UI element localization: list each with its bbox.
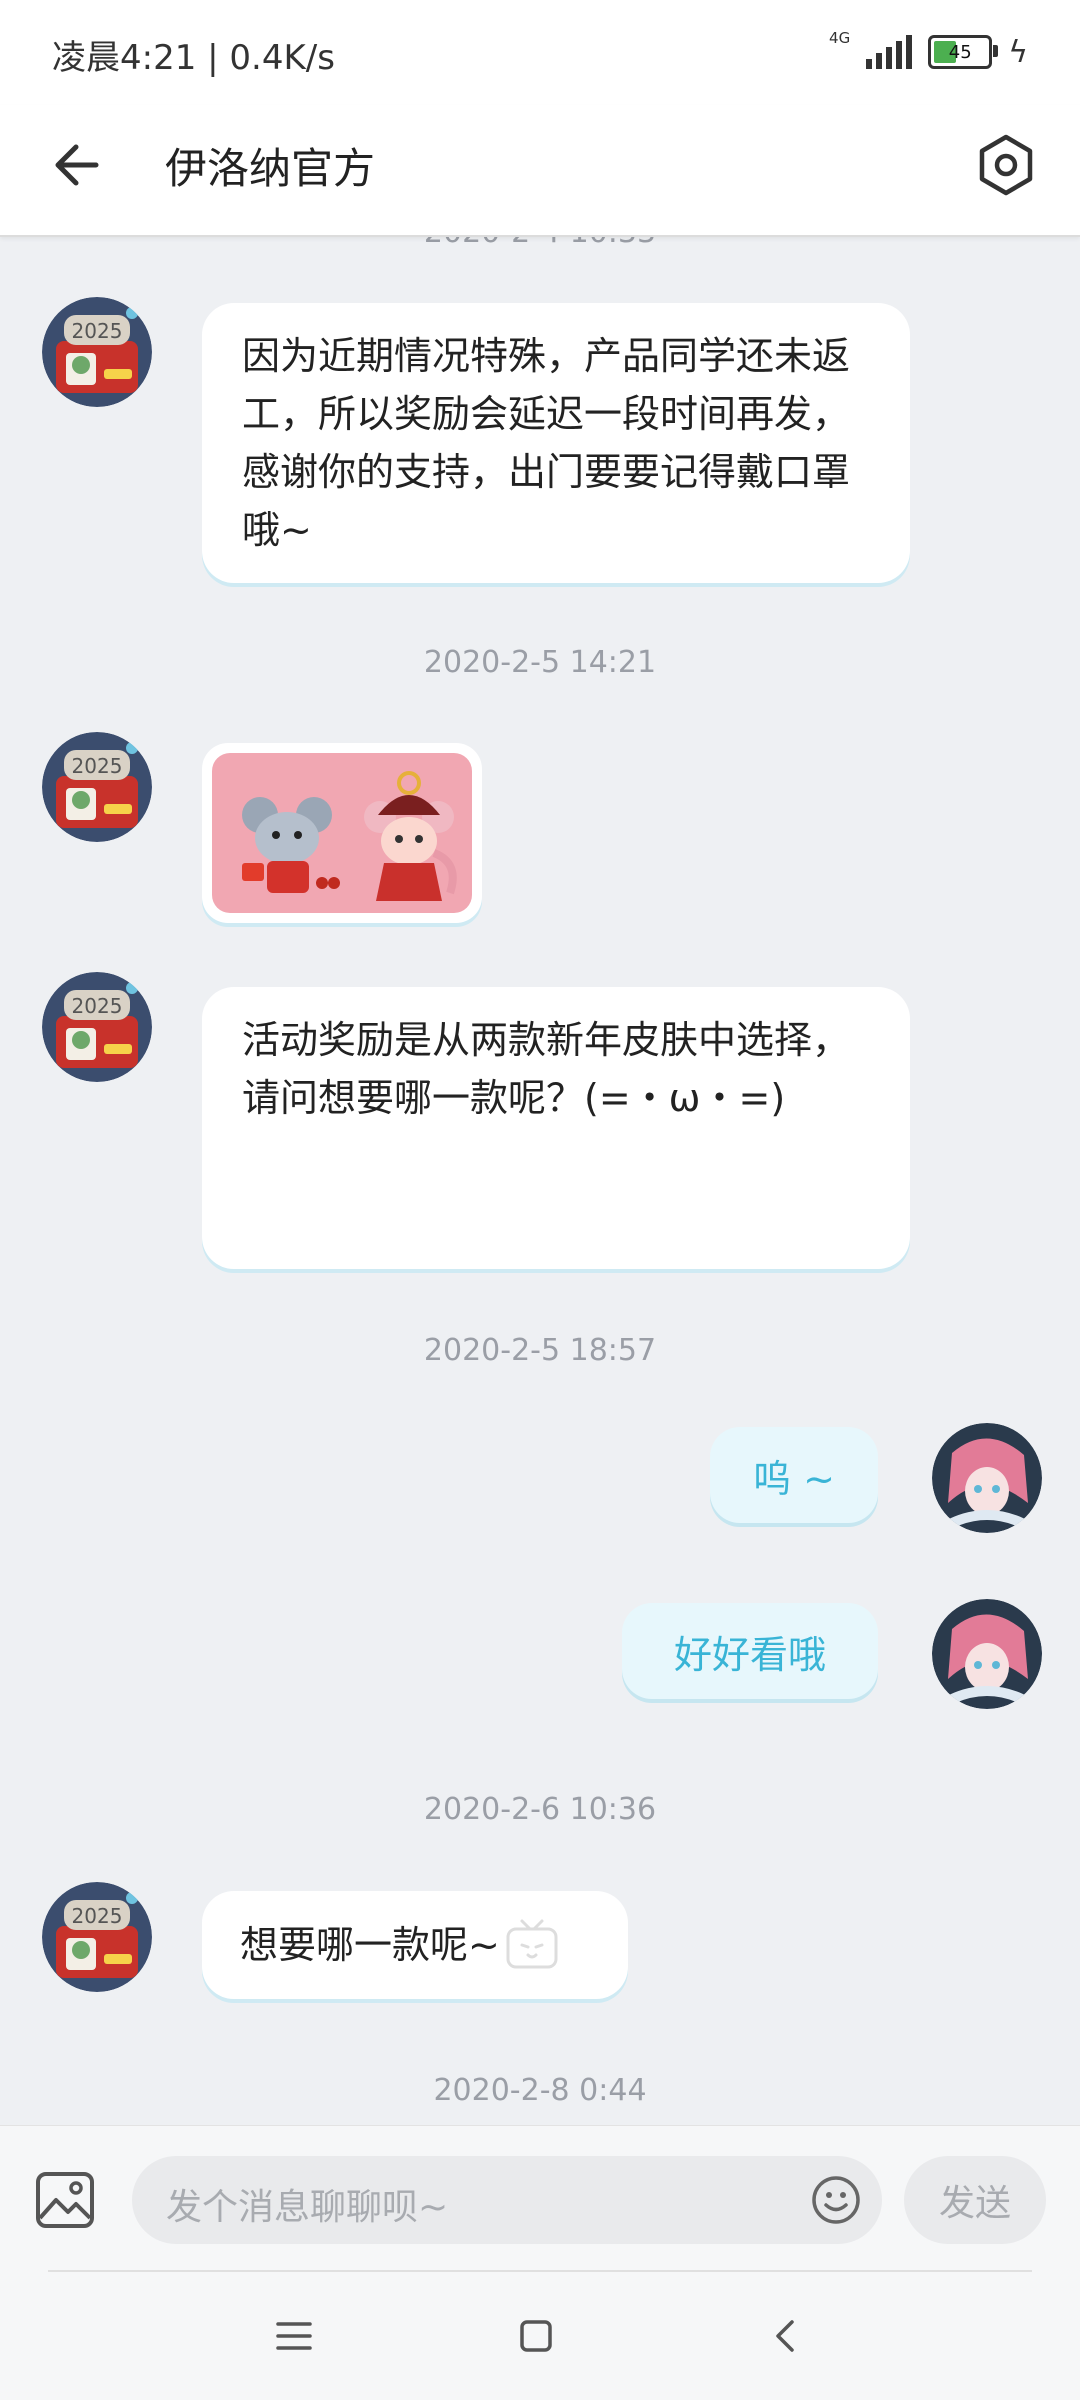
avatar-self[interactable] [932, 1599, 1042, 1709]
charging-icon: ϟ [1008, 34, 1028, 70]
timestamp: 2020-2-8 0:44 [433, 2073, 647, 2108]
avatar[interactable]: 2025 [42, 1882, 152, 1992]
avatar[interactable]: 2025 [42, 732, 152, 842]
settings-icon[interactable] [972, 131, 1040, 199]
message-input-bar: 发个消息聊聊呗~ 发送 [0, 2125, 1080, 2276]
input-placeholder: 发个消息聊聊呗~ [166, 2187, 449, 2228]
svg-text:2025: 2025 [72, 1904, 123, 1928]
timestamp: 2020-2-5 14:21 [423, 645, 657, 680]
message-bubble-self: 呜 ~ [710, 1427, 878, 1523]
status-time: 凌晨4:21 | 0.4K/s [52, 38, 335, 78]
menu-icon[interactable] [274, 2316, 314, 2356]
two-mice-new-year-sticker [212, 753, 472, 913]
message-text: 呜 ~ [753, 1456, 835, 1501]
battery-level: 45 [948, 41, 972, 63]
send-button[interactable]: 发送 [904, 2156, 1046, 2244]
emoji-icon[interactable] [810, 2174, 862, 2226]
message-bubble: 想要哪一款呢~ [202, 1891, 628, 1999]
page-title: 伊洛纳官方 [165, 144, 376, 193]
message-text: 因为近期情况特殊，产品同学还未返工，所以奖励会延迟一段时间再发，感谢你的支持，出… [242, 334, 851, 552]
message-text: 好好看哦 [673, 1632, 826, 1677]
chat-header: 伊洛纳官方 [0, 105, 1080, 237]
svg-text:2025: 2025 [72, 754, 123, 778]
arrow-left-icon[interactable] [48, 135, 108, 195]
svg-text:2025: 2025 [72, 994, 123, 1018]
message-text: 想要哪一款呢~ [240, 1923, 500, 1967]
svg-text:2025: 2025 [72, 319, 123, 343]
back-nav-icon[interactable] [766, 2316, 806, 2356]
message-bubble: 活动奖励是从两款新年皮肤中选择，请问想要哪一款呢？(=・ω・=) [202, 987, 910, 1269]
message-input[interactable]: 发个消息聊聊呗~ [132, 2156, 882, 2244]
battery-icon: 45 [928, 35, 999, 69]
image-icon[interactable] [34, 2170, 96, 2230]
status-bar: 凌晨4:21 | 0.4K/s 4G 45 ϟ [0, 0, 1080, 105]
timestamp: 2020-2-5 18:57 [423, 1333, 657, 1368]
signal-icon [866, 35, 913, 69]
network-type-label: 4G [829, 29, 851, 47]
timestamp: 2020-2-6 10:36 [423, 1792, 657, 1827]
tv-emoji-icon [506, 1919, 558, 1969]
sticker-bubble[interactable] [202, 743, 482, 923]
avatar[interactable]: 2025 [42, 972, 152, 1082]
message-text: 活动奖励是从两款新年皮肤中选择，请问想要哪一款呢？(=・ω・=) [242, 1018, 851, 1120]
message-bubble-self: 好好看哦 [622, 1603, 878, 1699]
home-icon[interactable] [516, 2316, 556, 2356]
status-icons: 4G 45 ϟ [829, 29, 1028, 74]
message-bubble: 因为近期情况特殊，产品同学还未返工，所以奖励会延迟一段时间再发，感谢你的支持，出… [202, 303, 910, 583]
system-navigation-bar [0, 2272, 1080, 2400]
avatar-self[interactable] [932, 1423, 1042, 1533]
chat-messages[interactable]: 2020-2-4 10:33 2025 因为近期情况特殊，产品同学还未返工，所以… [0, 237, 1080, 2125]
timestamp: 2020-2-4 10:33 [0, 237, 1080, 250]
avatar[interactable]: 2025 [42, 297, 152, 407]
